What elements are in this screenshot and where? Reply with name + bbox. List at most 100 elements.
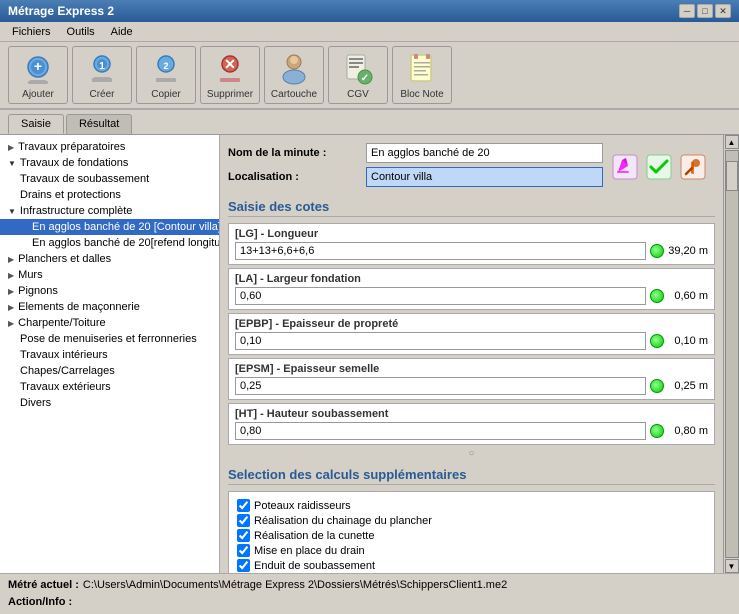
sidebar-item-pignons[interactable]: ▶ Pignons [0, 283, 219, 299]
blocnote-button[interactable]: Bloc Note [392, 46, 452, 104]
collapse-icon: ▶ [8, 287, 14, 296]
check-cunette: Réalisation de la cunette [235, 528, 708, 543]
ajouter-icon: + [20, 51, 56, 87]
svg-text:2: 2 [163, 61, 168, 71]
copier-button[interactable]: 2 Copier [136, 46, 196, 104]
creer-icon: 1 [84, 51, 120, 87]
supprimer-button[interactable]: ✕ Supprimer [200, 46, 260, 104]
sidebar-item-agglos-20b[interactable]: En agglos banché de 20[refend longitudin… [0, 235, 219, 251]
sidebar-item-travaux-prep[interactable]: ▶ Travaux préparatoires [0, 139, 219, 155]
sidebar-item-murs[interactable]: ▶ Murs [0, 267, 219, 283]
sidebar-item-agglos-20[interactable]: En agglos banché de 20 [Contour villa] [0, 219, 219, 235]
cgv-button[interactable]: ✓ CGV [328, 46, 388, 104]
cote-epbp-status [650, 334, 664, 348]
cote-ht-label: Hauteur soubassement [267, 408, 389, 420]
creer-label: Créer [89, 89, 114, 100]
cote-lg-code: [LG] [235, 228, 258, 240]
toolbar: + Ajouter 1 Créer 2 Co [0, 42, 739, 110]
cote-lg-status [650, 244, 664, 258]
scroll-up-arrow[interactable]: ▲ [725, 135, 739, 149]
nom-input[interactable] [366, 143, 603, 163]
check-enduit-sous: Enduit de soubassement [235, 558, 708, 573]
cote-la-input[interactable] [235, 287, 646, 305]
checkbox-poteaux[interactable] [237, 499, 250, 512]
scroll-thumb[interactable] [726, 161, 738, 191]
minimize-button[interactable]: ─ [679, 4, 695, 18]
cote-epbp-result: 0,10 m [668, 335, 708, 347]
sidebar-label: Elements de maçonnerie [18, 301, 140, 313]
cote-ht-input[interactable] [235, 422, 646, 440]
edit-button[interactable] [611, 153, 639, 181]
menu-aide[interactable]: Aide [103, 24, 141, 40]
creer-button[interactable]: 1 Créer [72, 46, 132, 104]
cote-epsm-code: [EPSM] [235, 363, 274, 375]
close-button[interactable]: ✕ [715, 4, 731, 18]
cote-lg-input[interactable] [235, 242, 646, 260]
tab-resultat[interactable]: Résultat [66, 114, 132, 134]
scroll-down-arrow[interactable]: ▼ [725, 559, 739, 573]
maximize-button[interactable]: □ [697, 4, 713, 18]
validate-button[interactable] [645, 153, 673, 181]
collapse-icon: ▶ [8, 319, 14, 328]
sidebar-item-pose-menuiseries[interactable]: Pose de menuiseries et ferronneries [0, 331, 219, 347]
check-chainage: Réalisation du chainage du plancher [235, 513, 708, 528]
menu-outils[interactable]: Outils [59, 24, 103, 40]
collapse-icon: ▶ [8, 303, 14, 312]
sidebar-item-drains[interactable]: Drains et protections [0, 187, 219, 203]
blocnote-label: Bloc Note [400, 89, 443, 100]
loc-input[interactable] [366, 167, 603, 187]
section-cotes-title: Saisie des cotes [228, 199, 715, 217]
cote-lg-label: Longueur [267, 228, 318, 240]
checkbox-chainage[interactable] [237, 514, 250, 527]
app-title: Métrage Express 2 [8, 4, 114, 18]
supprimer-icon: ✕ [212, 51, 248, 87]
cote-epsm-label: Epaisseur semelle [283, 363, 379, 375]
cote-ht-status [650, 424, 664, 438]
sidebar-item-travaux-sous[interactable]: Travaux de soubassement [0, 171, 219, 187]
tab-saisie[interactable]: Saisie [8, 114, 64, 134]
cote-epsm-input[interactable] [235, 377, 646, 395]
loc-label: Localisation : [228, 171, 358, 183]
sidebar-item-planchers[interactable]: ▶ Planchers et dalles [0, 251, 219, 267]
cartouche-button[interactable]: Cartouche [264, 46, 324, 104]
sidebar-label: Travaux de fondations [20, 157, 128, 169]
svg-text:1: 1 [99, 61, 105, 72]
cote-epsm-status [650, 379, 664, 393]
metre-label: Métré actuel : [8, 579, 79, 591]
blocnote-icon [404, 51, 440, 87]
cote-lg-result: 39,20 m [668, 245, 708, 257]
sidebar-label: Travaux préparatoires [18, 141, 125, 153]
copier-icon: 2 [148, 51, 184, 87]
metre-value: C:\Users\Admin\Documents\Métrage Express… [83, 579, 507, 591]
title-bar: Métrage Express 2 ─ □ ✕ [0, 0, 739, 22]
sidebar-item-chapes[interactable]: Chapes/Carrelages [0, 363, 219, 379]
cote-epbp-input[interactable] [235, 332, 646, 350]
cote-epbp-label: Epaisseur de propreté [282, 318, 398, 330]
menu-fichiers[interactable]: Fichiers [4, 24, 59, 40]
cote-la-dash: - [260, 273, 267, 285]
sidebar-label: Charpente/Toiture [18, 317, 105, 329]
checkbox-drain[interactable] [237, 544, 250, 557]
sidebar-item-travaux-int[interactable]: Travaux intérieurs [0, 347, 219, 363]
selection-section: Poteaux raidisseurs Réalisation du chain… [228, 491, 715, 573]
sidebar-item-divers[interactable]: Divers [0, 395, 219, 411]
tools-button[interactable] [679, 153, 707, 181]
checkbox-cunette[interactable] [237, 529, 250, 542]
check-enduit-sous-label: Enduit de soubassement [254, 560, 375, 572]
cgv-label: CGV [347, 89, 369, 100]
sidebar-item-charpente[interactable]: ▶ Charpente/Toiture [0, 315, 219, 331]
sidebar-item-elements-maco[interactable]: ▶ Elements de maçonnerie [0, 299, 219, 315]
sidebar: ▶ Travaux préparatoires ▼ Travaux de fon… [0, 135, 220, 573]
sidebar-item-travaux-fond[interactable]: ▼ Travaux de fondations [0, 155, 219, 171]
sidebar-label: Pignons [18, 285, 58, 297]
cote-ht-code: [HT] [235, 408, 257, 420]
cote-la-label: Largeur fondation [267, 273, 361, 285]
ajouter-button[interactable]: + Ajouter [8, 46, 68, 104]
cote-ht-result: 0,80 m [668, 425, 708, 437]
menu-bar: Fichiers Outils Aide [0, 22, 739, 42]
sidebar-item-travaux-ext[interactable]: Travaux extérieurs [0, 379, 219, 395]
collapse-icon: ▶ [8, 271, 14, 280]
check-poteaux-label: Poteaux raidisseurs [254, 500, 351, 512]
sidebar-item-infra[interactable]: ▼ Infrastructure complète [0, 203, 219, 219]
checkbox-enduit-sous[interactable] [237, 559, 250, 572]
